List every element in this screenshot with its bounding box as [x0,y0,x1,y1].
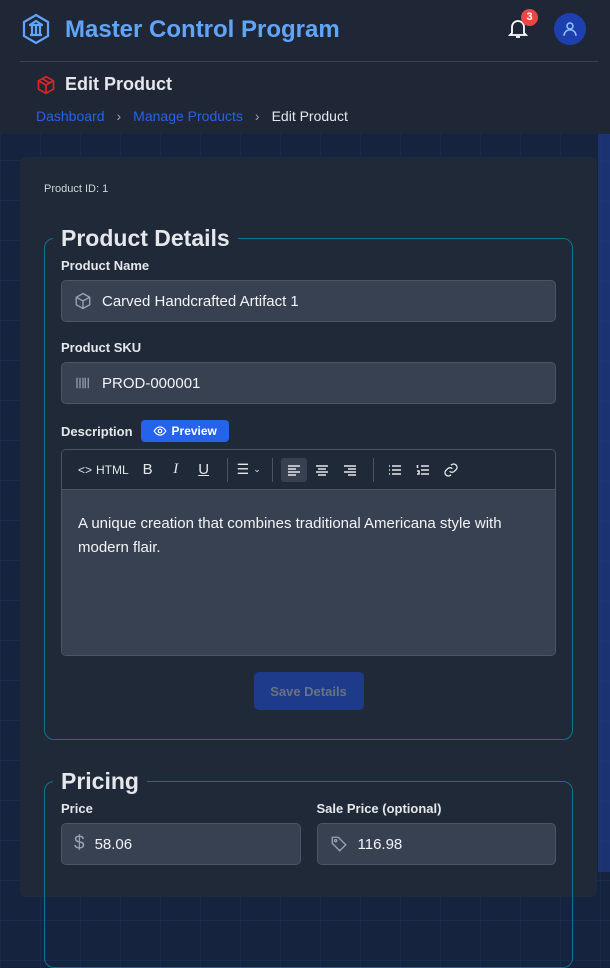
preview-label: Preview [171,424,217,438]
separator [372,457,374,482]
align-right-button[interactable] [337,458,363,482]
sale-price-label: Sale Price (optional) [316,801,442,816]
preview-button[interactable]: Preview [140,420,229,442]
barcode-icon [76,377,89,389]
align-right-icon [343,464,356,476]
numbered-list-icon [416,464,429,475]
divider [20,61,598,62]
user-icon [563,22,577,36]
price-input[interactable]: $58.06 [61,823,301,865]
breadcrumb: Dashboard › Manage Products › Edit Product [36,108,348,124]
chevron-right-icon: › [254,108,260,124]
align-center-button[interactable] [309,458,335,482]
pricing-section: Pricing Price $58.06 Sale Price (optiona… [44,768,573,968]
product-name-input[interactable]: Carved Handcrafted Artifact 1 [61,280,556,322]
align-center-icon [315,464,328,476]
breadcrumb-current: Edit Product [271,108,348,124]
app-title: Master Control Program [65,16,340,43]
line-height-dropdown[interactable]: ☰ ⌄ [236,458,262,482]
product-name-value: Carved Handcrafted Artifact 1 [102,292,299,310]
price-label: Price [61,801,93,816]
breadcrumb-dashboard[interactable]: Dashboard [36,108,105,124]
user-avatar-button[interactable] [554,13,586,45]
product-sku-input[interactable]: PROD-000001 [61,362,556,404]
html-label: HTML [96,462,129,477]
link-icon [444,462,458,477]
bullet-list-icon [388,464,401,475]
chevron-right-icon: › [116,108,122,124]
product-name-label: Product Name [61,258,150,273]
code-icon: <> [78,462,93,477]
product-sku-value: PROD-000001 [102,374,201,392]
bullet-list-button[interactable] [382,458,408,482]
italic-button[interactable]: I [163,458,189,482]
page-title: Edit Product [65,74,172,94]
edit-product-card: Product ID: 1 Product Details Product Na… [20,157,597,968]
save-details-button[interactable]: Save Details [253,672,364,710]
align-left-icon [287,464,300,476]
sale-price-input[interactable]: 116.98 [316,823,556,865]
product-sku-label: Product SKU [61,340,142,355]
section-title: Product Details [61,225,230,251]
notification-badge: 3 [521,9,538,26]
link-button[interactable] [438,458,464,482]
underline-button[interactable]: U [191,458,217,482]
logo-icon [22,13,50,45]
separator [271,457,273,482]
section-title: Pricing [61,768,139,794]
product-details-section: Product Details Product Name Carved Hand… [44,225,573,740]
dollar-icon: $ [74,833,85,854]
description-label: Description [61,423,133,439]
editor-toolbar: <> HTML B I U ☰ ⌄ [62,450,555,490]
tag-icon [331,836,347,852]
cube-icon [75,292,91,310]
description-editor[interactable]: A unique creation that combines traditio… [62,490,555,655]
breadcrumb-manage-products[interactable]: Manage Products [133,108,243,124]
sale-price-value: 116.98 [357,835,403,853]
numbered-list-button[interactable] [410,458,436,482]
package-icon [37,75,55,94]
separator [226,457,228,482]
bold-button[interactable]: B [135,458,161,482]
eye-icon [153,426,167,436]
price-value: 58.06 [94,835,133,853]
product-id: Product ID: 1 [44,183,109,195]
align-left-button[interactable] [280,457,307,482]
app-header: Master Control Program 3 Edit Product Da… [0,0,610,134]
html-button[interactable]: <> HTML [74,458,133,482]
rich-text-editor: <> HTML B I U ☰ ⌄ A unique creation that … [61,449,556,656]
